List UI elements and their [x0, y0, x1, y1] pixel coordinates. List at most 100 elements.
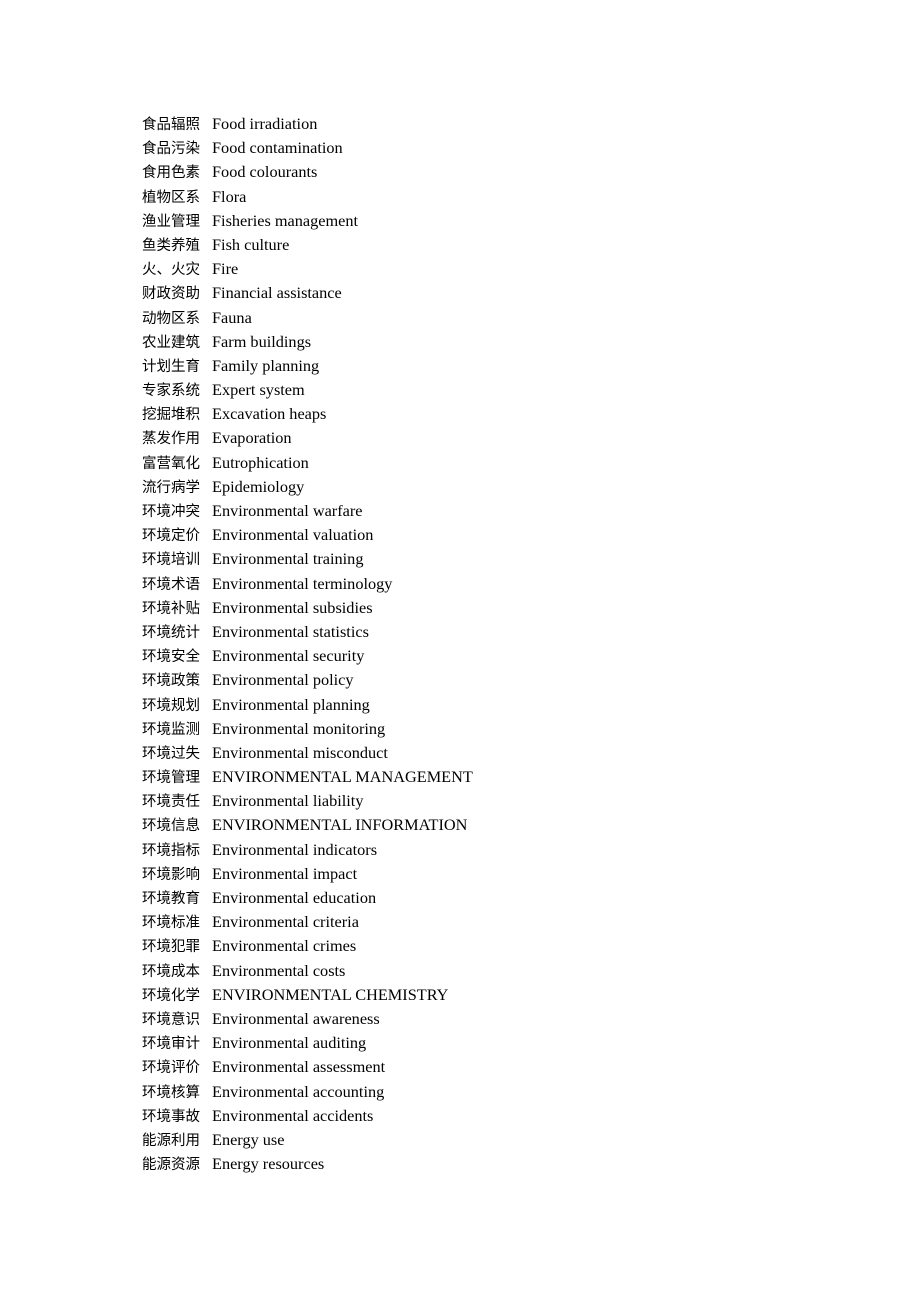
term-english: Environmental security	[212, 646, 365, 666]
term-chinese: 环境统计	[142, 624, 200, 641]
term-english: ENVIRONMENTAL MANAGEMENT	[212, 767, 473, 787]
term-english: Energy use	[212, 1129, 285, 1149]
glossary-entry: 蒸发作用 Evaporation	[142, 426, 842, 450]
term-english: Food colourants	[212, 162, 318, 182]
glossary-entry: 环境意识 Environmental awareness	[142, 1007, 842, 1031]
term-chinese: 环境化学	[142, 987, 200, 1004]
glossary-entry: 植物区系 Flora	[142, 185, 842, 209]
term-chinese: 火、火灾	[142, 262, 200, 279]
term-chinese: 环境监测	[142, 721, 200, 738]
glossary-entry: 食品污染 Food contamination	[142, 136, 842, 160]
term-english: Expert system	[212, 380, 305, 400]
glossary-entry: 环境审计 Environmental auditing	[142, 1031, 842, 1055]
term-english: Environmental statistics	[212, 621, 369, 641]
glossary-entry: 环境冲突 Environmental warfare	[142, 499, 842, 523]
term-chinese: 环境成本	[142, 963, 200, 980]
glossary-entry: 环境安全 Environmental security	[142, 644, 842, 668]
term-english: Fisheries management	[212, 210, 359, 230]
glossary-entry: 动物区系 Fauna	[142, 306, 842, 330]
term-english: Environmental indicators	[212, 839, 378, 859]
term-english: Environmental assessment	[212, 1057, 386, 1077]
term-chinese: 能源利用	[142, 1132, 200, 1149]
term-english: Environmental terminology	[212, 573, 393, 593]
term-chinese: 环境责任	[142, 794, 200, 811]
term-english: Environmental policy	[212, 670, 354, 690]
glossary-entry: 环境化学 ENVIRONMENTAL CHEMISTRY	[142, 983, 842, 1007]
term-chinese: 鱼类养殖	[142, 237, 200, 254]
term-english: Environmental subsidies	[212, 597, 373, 617]
glossary-entry: 农业建筑 Farm buildings	[142, 330, 842, 354]
term-english: Flora	[212, 186, 247, 206]
glossary-entry: 环境标准 Environmental criteria	[142, 910, 842, 934]
glossary-entry: 环境犯罪 Environmental crimes	[142, 934, 842, 958]
term-english: Epidemiology	[212, 476, 305, 496]
term-chinese: 动物区系	[142, 310, 200, 327]
term-chinese: 专家系统	[142, 383, 200, 400]
term-english: Environmental training	[212, 549, 364, 569]
term-chinese: 蒸发作用	[142, 431, 200, 448]
term-chinese: 环境审计	[142, 1036, 200, 1053]
term-english: ENVIRONMENTAL CHEMISTRY	[212, 984, 449, 1004]
term-english: Farm buildings	[212, 331, 312, 351]
term-english: Environmental warfare	[212, 501, 363, 520]
term-english: Fire	[212, 259, 239, 279]
term-chinese: 环境事故	[142, 1108, 200, 1125]
glossary-entry: 环境培训 Environmental training	[142, 547, 842, 571]
term-english: Eutrophication	[212, 452, 309, 472]
term-chinese: 环境管理	[142, 770, 200, 787]
term-english: Food contamination	[212, 138, 343, 158]
term-english: Environmental auditing	[212, 1033, 367, 1053]
glossary-entry: 能源利用 Energy use	[142, 1128, 842, 1152]
term-chinese: 环境标准	[142, 915, 200, 932]
glossary-list: 食品辐照 Food irradiation 食品污染 Food contaminati…	[142, 112, 842, 1176]
term-chinese: 环境补贴	[142, 600, 200, 617]
glossary-entry: 挖掘堆积 Excavation heaps	[142, 402, 842, 426]
term-english: Environmental criteria	[212, 912, 359, 932]
term-english: Environmental planning	[212, 694, 370, 714]
glossary-entry: 环境责任 Environmental liability	[142, 789, 842, 813]
term-chinese: 流行病学	[142, 479, 200, 496]
glossary-entry: 专家系统 Expert system	[142, 378, 842, 402]
glossary-entry: 环境教育 Environmental education	[142, 886, 842, 910]
term-english: Environmental valuation	[212, 525, 374, 545]
glossary-entry: 环境指标 Environmental indicators	[142, 838, 842, 862]
term-chinese: 环境影响	[142, 866, 200, 883]
term-chinese: 环境指标	[142, 842, 200, 859]
term-chinese: 环境术语	[142, 576, 200, 593]
glossary-entry: 计划生育 Family planning	[142, 354, 842, 378]
glossary-entry: 流行病学 Epidemiology	[142, 475, 842, 499]
term-english: Evaporation	[212, 428, 292, 448]
glossary-entry: 环境监测 Environmental monitoring	[142, 717, 842, 741]
glossary-entry: 环境规划 Environmental planning	[142, 693, 842, 717]
term-chinese: 挖掘堆积	[142, 407, 200, 424]
glossary-entry: 环境统计 Environmental statistics	[142, 620, 842, 644]
glossary-entry: 环境成本 Environmental costs	[142, 959, 842, 983]
term-chinese: 渔业管理	[142, 213, 200, 230]
term-english: Fauna	[212, 307, 252, 327]
term-chinese: 环境犯罪	[142, 939, 200, 956]
term-chinese: 食用色素	[142, 165, 200, 182]
glossary-entry: 能源资源 Energy resources	[142, 1152, 842, 1176]
term-english: Environmental impact	[212, 863, 358, 883]
term-chinese: 农业建筑	[142, 334, 200, 351]
glossary-entry: 环境过失 Environmental misconduct	[142, 741, 842, 765]
term-chinese: 环境冲突	[142, 504, 200, 520]
term-chinese: 食品污染	[142, 141, 200, 158]
term-english: Environmental accounting	[212, 1081, 385, 1101]
term-chinese: 环境安全	[142, 649, 200, 666]
glossary-entry: 环境术语 Environmental terminology	[142, 572, 842, 596]
document-page: 食品辐照 Food irradiation 食品污染 Food contaminati…	[0, 0, 920, 1302]
term-chinese: 环境教育	[142, 891, 200, 907]
term-chinese: 环境规划	[142, 697, 200, 714]
glossary-entry: 食用色素 Food colourants	[142, 160, 842, 184]
term-chinese: 财政资助	[142, 286, 200, 303]
term-english: Environmental awareness	[212, 1008, 380, 1028]
glossary-entry: 环境核算 Environmental accounting	[142, 1080, 842, 1104]
term-chinese: 环境定价	[142, 528, 200, 545]
term-english: Financial assistance	[212, 283, 342, 303]
term-chinese: 环境意识	[142, 1011, 200, 1028]
term-english: Food irradiation	[212, 114, 318, 133]
glossary-entry: 环境影响 Environmental impact	[142, 862, 842, 886]
glossary-entry: 环境定价 Environmental valuation	[142, 523, 842, 547]
term-chinese: 环境过失	[142, 745, 200, 762]
